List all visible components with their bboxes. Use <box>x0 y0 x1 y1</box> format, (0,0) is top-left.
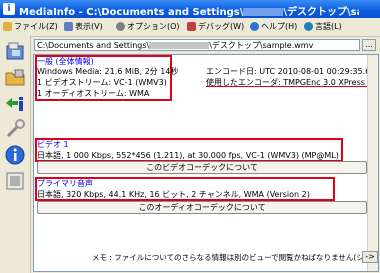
file-path-select[interactable]: C:\Documents and Settings\ \デスクトップ\sample… <box>34 39 360 51</box>
window-title-suffix: \デスクトップ\sa... <box>283 7 359 18</box>
video-codec-button[interactable]: このビデオコーデックについて <box>37 161 367 174</box>
general-encoded-date: エンコード日: UTC 2010-08-01 00:29:35.656 <box>206 67 379 76</box>
menu-view[interactable]: 表示(V) <box>64 21 103 32</box>
view-icon <box>64 22 73 31</box>
audio-detail: 日本語, 320 Kbps, 44.1 KHz, 16 ビット, 2 チャンネル… <box>37 190 310 199</box>
audio-codec-button[interactable]: このオーディオコーデックについて <box>37 201 367 214</box>
window-title: MediaInfo - C:\Documents and Settings\ \デ… <box>19 3 359 18</box>
window-title-prefix: MediaInfo - C:\Documents and Settings\ <box>19 7 244 18</box>
info-panel: 一般 (全体情報) Windows Media: 21.6 MiB, 2分 14… <box>33 54 379 272</box>
export-icon[interactable] <box>4 170 26 192</box>
vertical-scrollbar[interactable] <box>367 55 378 271</box>
app-icon: i <box>3 3 15 15</box>
view-sidebar <box>0 36 31 273</box>
redacted-username <box>149 42 210 49</box>
general-video-streams: 1 ビデオストリーム: VC-1 (WMV3) <box>37 78 167 87</box>
help-icon <box>250 22 259 31</box>
general-audio-streams: 1 オーディオストリーム: WMA <box>37 89 150 98</box>
general-encoder: 使用したエンコーダ: TMPGEnc 3.0 XPress Vers <box>206 78 379 87</box>
debug-icon <box>187 22 196 31</box>
options-icon <box>116 22 125 31</box>
menu-debug[interactable]: デバッグ(W) <box>187 21 244 32</box>
video-detail: 日本語, 1 000 Kbps, 552*456 (1.211), at 30.… <box>37 151 339 160</box>
info-view-icon[interactable] <box>4 92 26 114</box>
about-icon[interactable] <box>4 144 26 166</box>
next-view-button[interactable]: -> <box>362 251 378 263</box>
tools-icon[interactable] <box>4 118 26 140</box>
language-icon <box>304 22 313 31</box>
menu-options[interactable]: オプション(O) <box>116 21 180 32</box>
menu-language[interactable]: 言語(L) <box>304 21 342 32</box>
menu-help[interactable]: ヘルプ(H) <box>250 21 297 32</box>
file-path-dropdown-button[interactable]: ... <box>362 39 376 51</box>
menu-file[interactable]: ファイル(Z) <box>3 21 58 32</box>
folder-icon <box>3 22 12 31</box>
menu-bar: ファイル(Z) 表示(V) オプション(O) デバッグ(W) ヘルプ(H) 言語… <box>0 18 380 37</box>
footer-note: メモ : ファイルについてのさらなる情報は別のビューで閲覧かねばなりません(シー… <box>92 253 362 262</box>
file-path-bar: C:\Documents and Settings\ \デスクトップ\sample… <box>34 39 378 52</box>
audio-section-title: プライマリ音声 <box>37 179 93 188</box>
open-folder-icon[interactable] <box>4 66 26 88</box>
title-bar[interactable]: i MediaInfo - C:\Documents and Settings\… <box>0 0 380 18</box>
open-file-icon[interactable] <box>4 40 26 62</box>
video-section-title: ビデオ 1 <box>37 140 69 149</box>
mediainfo-window: i MediaInfo - C:\Documents and Settings\… <box>0 0 380 273</box>
general-format: Windows Media: 21.6 MiB, 2分 14秒 <box>37 67 179 76</box>
redacted-username <box>243 8 284 16</box>
